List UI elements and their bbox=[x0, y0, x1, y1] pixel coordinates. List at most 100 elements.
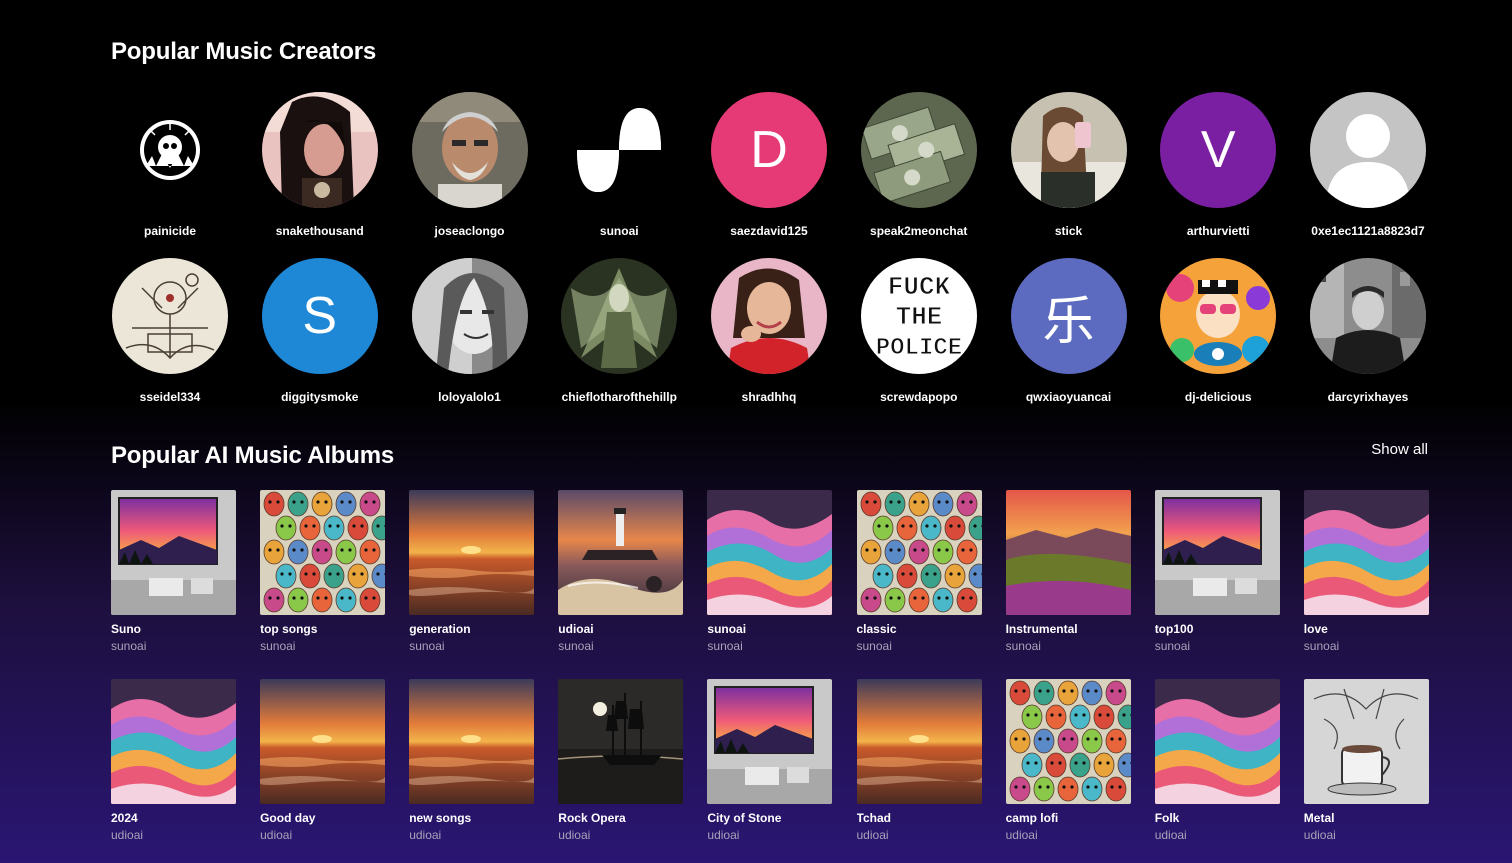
creator-name[interactable]: painicide bbox=[111, 224, 229, 238]
album-cover[interactable] bbox=[856, 679, 982, 804]
album-cover[interactable] bbox=[111, 679, 236, 804]
album-artist[interactable]: sunoai bbox=[260, 639, 385, 653]
album-title[interactable]: Instrumental bbox=[1006, 622, 1131, 636]
album-title[interactable]: udioai bbox=[558, 622, 683, 636]
album-title[interactable]: Suno bbox=[111, 622, 236, 636]
album-cover[interactable] bbox=[558, 679, 684, 804]
album-card[interactable]: Tchad udioai bbox=[856, 679, 982, 842]
album-card[interactable]: 2024 udioai bbox=[111, 679, 236, 842]
creator-name[interactable]: saezdavid125 bbox=[710, 224, 828, 238]
creator-name[interactable]: speak2meonchat bbox=[860, 224, 978, 238]
album-cover[interactable] bbox=[558, 490, 684, 615]
album-artist[interactable]: udioai bbox=[1155, 828, 1280, 842]
album-cover[interactable] bbox=[856, 490, 982, 615]
avatar[interactable] bbox=[411, 92, 528, 208]
album-card[interactable]: Suno sunoai bbox=[111, 490, 236, 653]
album-cover[interactable] bbox=[1154, 679, 1280, 804]
creator-name[interactable]: loloyalolo1 bbox=[411, 390, 529, 404]
album-title[interactable]: classic bbox=[857, 622, 982, 636]
avatar[interactable] bbox=[561, 92, 678, 208]
album-artist[interactable]: udioai bbox=[558, 828, 683, 842]
creator-name[interactable]: darcyrixhayes bbox=[1309, 390, 1427, 404]
creator-name[interactable]: snakethousand bbox=[261, 224, 379, 238]
creator-card[interactable]: sseidel334 bbox=[111, 258, 229, 404]
creator-card[interactable]: FUCK THE POLICE screwdapopo bbox=[860, 258, 978, 404]
creator-card[interactable]: 0xe1ec1121a8823d7 bbox=[1309, 92, 1427, 238]
album-cover[interactable] bbox=[707, 679, 833, 804]
album-title[interactable]: top songs bbox=[260, 622, 385, 636]
album-artist[interactable]: udioai bbox=[707, 828, 832, 842]
creator-name[interactable]: joseaclongo bbox=[411, 224, 529, 238]
album-artist[interactable]: udioai bbox=[1006, 828, 1131, 842]
avatar[interactable] bbox=[561, 258, 678, 374]
creator-name[interactable]: sseidel334 bbox=[111, 390, 229, 404]
album-cover[interactable] bbox=[1005, 490, 1131, 615]
creator-name[interactable]: screwdapopo bbox=[860, 390, 978, 404]
album-card[interactable]: Instrumental sunoai bbox=[1005, 490, 1131, 653]
avatar[interactable]: D bbox=[711, 92, 827, 208]
album-cover[interactable] bbox=[1303, 490, 1429, 615]
album-artist[interactable]: sunoai bbox=[1155, 639, 1280, 653]
creator-name[interactable]: chieflotharofthehillp bbox=[560, 390, 678, 404]
album-title[interactable]: 2024 bbox=[111, 811, 236, 825]
creator-name[interactable]: arthurvietti bbox=[1159, 224, 1277, 238]
album-card[interactable]: udioai sunoai bbox=[558, 490, 684, 653]
creator-card[interactable]: Sdiggitysmoke bbox=[261, 258, 379, 404]
album-artist[interactable]: udioai bbox=[857, 828, 982, 842]
album-title[interactable]: City of Stone bbox=[707, 811, 832, 825]
creator-card[interactable]: loloyalolo1 bbox=[411, 258, 529, 404]
avatar[interactable] bbox=[112, 258, 228, 374]
album-card[interactable]: top100 sunoai bbox=[1154, 490, 1280, 653]
avatar[interactable]: V bbox=[1160, 92, 1277, 208]
album-card[interactable]: Folk udioai bbox=[1154, 679, 1280, 842]
album-title[interactable]: love bbox=[1304, 622, 1429, 636]
album-title[interactable]: sunoai bbox=[707, 622, 832, 636]
creator-card[interactable]: painicide bbox=[111, 92, 229, 238]
creator-card[interactable]: snakethousand bbox=[261, 92, 379, 238]
creator-card[interactable]: chieflotharofthehillp bbox=[560, 258, 678, 404]
album-card[interactable]: Good day udioai bbox=[260, 679, 386, 842]
creator-card[interactable]: Varthurvietti bbox=[1159, 92, 1277, 238]
avatar[interactable] bbox=[711, 258, 827, 374]
album-cover[interactable] bbox=[1303, 679, 1429, 804]
creator-card[interactable]: darcyrixhayes bbox=[1309, 258, 1427, 404]
avatar[interactable] bbox=[112, 92, 228, 208]
avatar[interactable] bbox=[1010, 92, 1127, 208]
album-cover[interactable] bbox=[260, 679, 386, 804]
album-artist[interactable]: sunoai bbox=[1304, 639, 1429, 653]
album-artist[interactable]: sunoai bbox=[707, 639, 832, 653]
album-artist[interactable]: sunoai bbox=[857, 639, 982, 653]
avatar[interactable] bbox=[1310, 258, 1426, 374]
album-cover[interactable] bbox=[260, 490, 386, 615]
album-cover[interactable] bbox=[111, 490, 236, 615]
album-card[interactable]: Rock Opera udioai bbox=[558, 679, 684, 842]
avatar[interactable] bbox=[860, 92, 977, 208]
avatar[interactable] bbox=[261, 92, 378, 208]
creator-name[interactable]: shradhhq bbox=[710, 390, 828, 404]
album-artist[interactable]: sunoai bbox=[111, 639, 236, 653]
album-artist[interactable]: sunoai bbox=[409, 639, 534, 653]
album-title[interactable]: camp lofi bbox=[1006, 811, 1131, 825]
album-title[interactable]: top100 bbox=[1155, 622, 1280, 636]
album-title[interactable]: Rock Opera bbox=[558, 811, 683, 825]
creator-name[interactable]: sunoai bbox=[560, 224, 678, 238]
album-cover[interactable] bbox=[1005, 679, 1131, 804]
creator-card[interactable]: 乐 qwxiaoyuancai bbox=[1010, 258, 1128, 404]
album-artist[interactable]: udioai bbox=[111, 828, 236, 842]
album-card[interactable]: love sunoai bbox=[1303, 490, 1429, 653]
avatar[interactable]: 乐 bbox=[1010, 258, 1127, 374]
album-card[interactable]: generation sunoai bbox=[409, 490, 535, 653]
album-cover[interactable] bbox=[409, 679, 535, 804]
album-card[interactable]: new songs udioai bbox=[409, 679, 535, 842]
album-artist[interactable]: sunoai bbox=[558, 639, 683, 653]
creator-name[interactable]: qwxiaoyuancai bbox=[1010, 390, 1128, 404]
album-card[interactable]: City of Stone udioai bbox=[707, 679, 833, 842]
album-card[interactable]: Metal udioai bbox=[1303, 679, 1429, 842]
album-title[interactable]: Folk bbox=[1155, 811, 1280, 825]
creator-name[interactable]: diggitysmoke bbox=[261, 390, 379, 404]
creator-card[interactable]: speak2meonchat bbox=[860, 92, 978, 238]
avatar[interactable] bbox=[1160, 258, 1277, 374]
album-title[interactable]: new songs bbox=[409, 811, 534, 825]
creator-card[interactable]: sunoai bbox=[560, 92, 678, 238]
album-cover[interactable] bbox=[409, 490, 535, 615]
